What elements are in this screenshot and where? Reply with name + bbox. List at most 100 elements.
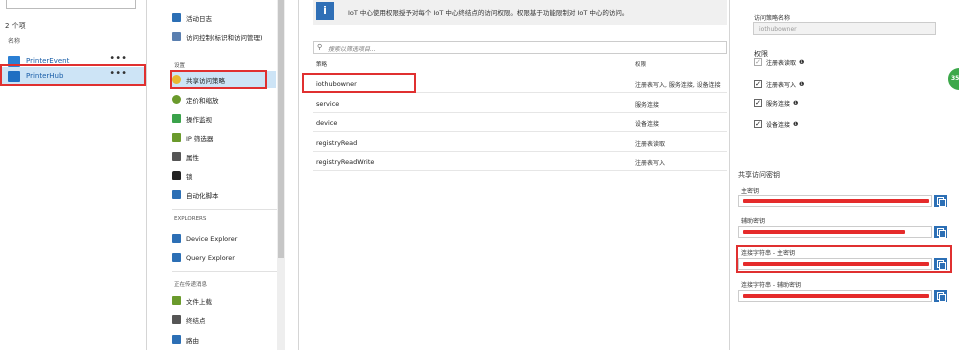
copy-conn-secondary-button[interactable] xyxy=(934,290,947,302)
activity-log-icon xyxy=(172,13,181,22)
endpoint-icon xyxy=(172,315,181,324)
nav-scrollbar[interactable] xyxy=(277,0,285,350)
nav-routes[interactable]: 路由 xyxy=(172,331,282,348)
nav-label: Device Explorer xyxy=(186,234,238,243)
name-column-header[interactable]: 名称 xyxy=(8,36,20,45)
redaction-mark xyxy=(743,230,905,234)
policy-name: service xyxy=(316,100,340,108)
checkbox-icon[interactable]: ✓ xyxy=(754,58,762,66)
perm-label: 设备连接 xyxy=(766,121,791,129)
section-explorers: EXPLORERS xyxy=(174,216,207,222)
secondary-key-field[interactable] xyxy=(738,226,932,238)
secondary-key-label: 辅助密钥 xyxy=(741,218,766,225)
policy-permission: 注册表读取 xyxy=(635,141,666,148)
copy-secondary-key-button[interactable] xyxy=(934,226,947,238)
perm-device-connect[interactable]: ✓ 设备连接 ❶ xyxy=(754,119,798,129)
nav-properties[interactable]: 属性 xyxy=(172,148,282,165)
shared-keys-title: 共享访问密钥 xyxy=(738,171,780,179)
policy-search-input[interactable]: ⚲ 搜索以筛选项目... xyxy=(313,41,727,54)
nav-label: 属性 xyxy=(186,153,199,162)
file-upload-icon xyxy=(172,296,181,305)
nav-file-upload[interactable]: 文件上载 xyxy=(172,292,282,309)
nav-label: 终结点 xyxy=(186,316,206,325)
policy-name-label: 访问策略名称 xyxy=(754,15,791,22)
conn-primary-field[interactable] xyxy=(738,258,932,270)
search-placeholder: 搜索以筛选项目... xyxy=(328,46,376,53)
column-policy[interactable]: 策略 xyxy=(316,60,327,68)
nav-access-control[interactable]: 访问控制(标识和访问管理) xyxy=(172,28,282,45)
more-options-icon[interactable]: ••• xyxy=(109,68,127,79)
lock-icon xyxy=(172,171,181,180)
info-icon: i xyxy=(316,2,334,20)
column-permission[interactable]: 权限 xyxy=(635,60,646,68)
nav-query-explorer[interactable]: Query Explorer xyxy=(172,249,282,266)
nav-activity-log[interactable]: 活动日志 xyxy=(172,9,282,26)
checkbox-icon[interactable]: ✓ xyxy=(754,120,762,128)
policy-row-registryreadwrite[interactable]: registryReadWrite 注册表写入 xyxy=(313,152,727,171)
perm-registry-write[interactable]: ✓ 注册表写入 ❶ xyxy=(754,79,804,89)
pricing-icon xyxy=(172,95,181,104)
nav-device-explorer[interactable]: Device Explorer xyxy=(172,230,282,247)
redaction-mark xyxy=(743,199,929,203)
query-explorer-icon xyxy=(172,253,181,262)
nav-label: 自动化脚本 xyxy=(186,191,219,200)
primary-key-field[interactable] xyxy=(738,195,932,207)
more-options-icon[interactable]: ••• xyxy=(109,53,127,64)
filter-input[interactable] xyxy=(6,0,136,9)
policy-name-field: iothubowner xyxy=(753,22,936,35)
nav-operations-monitoring[interactable]: 操作监视 xyxy=(172,110,282,127)
nav-ip-filter[interactable]: IP 筛选器 xyxy=(172,129,282,146)
perm-label: 注册表读取 xyxy=(766,59,797,67)
resource-label: PrinterEvent xyxy=(26,57,70,65)
policy-name-value: iothubowner xyxy=(759,26,797,33)
policy-permission: 服务连接 xyxy=(635,102,660,109)
policy-name: registryReadWrite xyxy=(316,158,375,166)
pane-divider xyxy=(146,0,147,350)
item-count: 2 个项 xyxy=(5,22,26,30)
resource-label: PrinterHub xyxy=(26,72,64,80)
copy-conn-primary-button[interactable] xyxy=(934,258,947,270)
checkbox-icon[interactable]: ✓ xyxy=(754,80,762,88)
info-circle-icon: ❶ xyxy=(799,80,805,88)
automation-script-icon xyxy=(172,190,181,199)
nav-automation-script[interactable]: 自动化脚本 xyxy=(172,186,282,203)
policy-permission: 注册表写入 xyxy=(635,160,666,167)
conn-primary-label: 连接字符串 - 主密钥 xyxy=(741,250,795,257)
perm-service-connect[interactable]: ✓ 服务连接 ❶ xyxy=(754,98,798,108)
nav-endpoints[interactable]: 终结点 xyxy=(172,311,282,328)
policy-row-iothubowner[interactable]: iothubowner 注册表写入, 服务连接, 设备连接 xyxy=(313,74,727,93)
search-icon: ⚲ xyxy=(317,43,323,51)
copy-primary-key-button[interactable] xyxy=(934,195,947,207)
monitor-icon xyxy=(172,114,181,123)
device-explorer-icon xyxy=(172,234,181,243)
section-messaging: 正在传递消息 xyxy=(174,282,208,288)
conn-secondary-label: 连接字符串 - 辅助密钥 xyxy=(741,282,801,289)
policy-row-registryread[interactable]: registryRead 注册表读取 xyxy=(313,133,727,152)
resource-item-printerhub[interactable]: PrinterHub ••• xyxy=(0,67,145,85)
access-control-icon xyxy=(172,32,181,41)
nav-label: 定价和缩放 xyxy=(186,96,219,105)
redaction-mark xyxy=(743,294,929,298)
nav-label: IP 筛选器 xyxy=(186,134,214,143)
nav-label: 路由 xyxy=(186,336,199,345)
route-icon xyxy=(172,335,181,344)
policy-row-device[interactable]: device 设备连接 xyxy=(313,113,727,132)
info-circle-icon: ❶ xyxy=(793,99,799,107)
perm-label: 注册表写入 xyxy=(766,81,797,89)
notification-badge[interactable]: 35 xyxy=(948,68,959,90)
ip-filter-icon xyxy=(172,133,181,142)
perm-registry-read[interactable]: ✓ 注册表读取 ❶ xyxy=(754,57,804,67)
nav-pricing[interactable]: 定价和缩放 xyxy=(172,91,282,108)
key-icon xyxy=(172,75,181,84)
nav-shared-access-policies[interactable]: 共享访问策略 xyxy=(172,71,276,88)
info-circle-icon: ❶ xyxy=(793,120,799,128)
scrollbar-thumb[interactable] xyxy=(278,0,284,258)
checkbox-icon[interactable]: ✓ xyxy=(754,99,762,107)
properties-icon xyxy=(172,152,181,161)
event-hub-icon xyxy=(8,55,20,67)
conn-secondary-field[interactable] xyxy=(738,290,932,302)
policy-permission: 设备连接 xyxy=(635,121,660,128)
policy-row-service[interactable]: service 服务连接 xyxy=(313,94,727,113)
policy-name: device xyxy=(316,119,338,127)
nav-lock[interactable]: 锁 xyxy=(172,167,282,184)
